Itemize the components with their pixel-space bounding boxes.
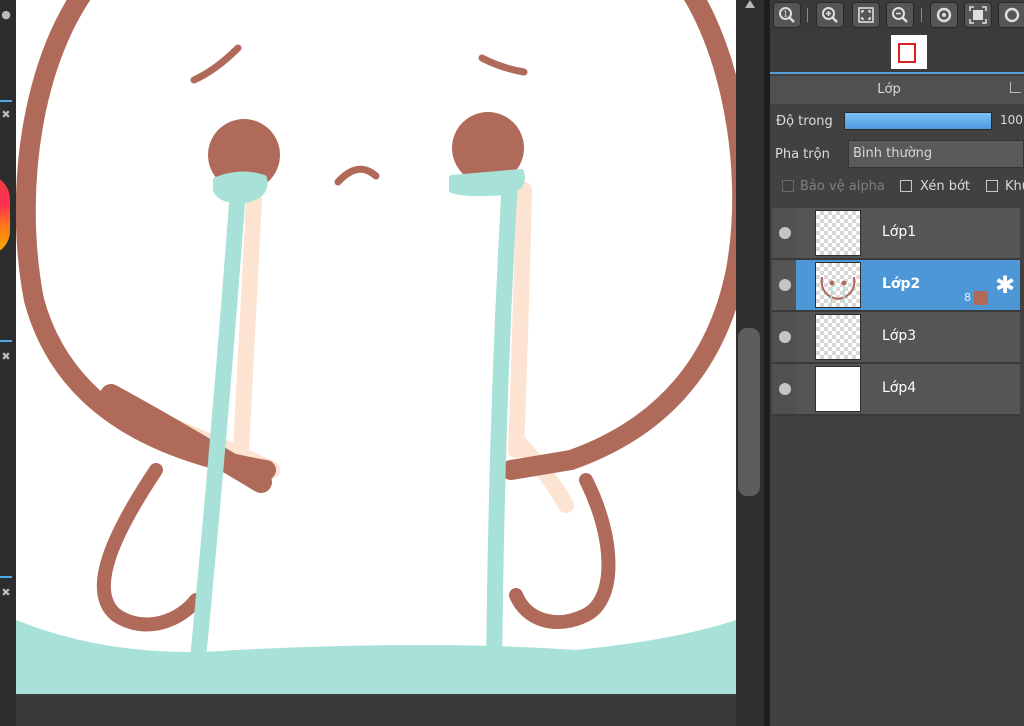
- layer-row[interactable]: Lớp1: [772, 208, 1020, 260]
- toolbar-separator: [921, 8, 922, 22]
- mouth: [334, 165, 380, 186]
- zoom-actual-icon[interactable]: 1: [773, 2, 801, 28]
- toolbar-separator: [807, 8, 808, 22]
- blend-mode-value: Bình thường: [853, 146, 933, 161]
- visibility-toggle-icon[interactable]: [779, 279, 791, 291]
- zoom-out-icon[interactable]: [886, 2, 914, 28]
- visibility-column: [772, 364, 796, 414]
- rotate-icon[interactable]: [930, 2, 958, 28]
- visibility-column: [772, 208, 796, 258]
- panel-separator: [770, 72, 1024, 74]
- lock-label: Khu: [1005, 179, 1024, 194]
- visibility-column: [772, 312, 796, 362]
- eyebrow: [478, 54, 528, 76]
- visibility-column: [772, 260, 796, 310]
- tear-pool: [449, 169, 525, 197]
- svg-text:1: 1: [783, 10, 788, 19]
- opacity-label: Độ trong: [776, 114, 833, 129]
- opacity-slider[interactable]: [844, 112, 992, 130]
- panel-divider-mark: [0, 576, 12, 578]
- tear-stream: [486, 172, 518, 688]
- eyebrow: [190, 44, 242, 84]
- collapse-icon[interactable]: ●: [0, 8, 12, 22]
- zoom-in-icon[interactable]: [816, 2, 844, 28]
- layer-thumbnail: [815, 366, 861, 412]
- panel-divider-mark: [0, 100, 12, 102]
- layer-clip-count: 8: [964, 291, 971, 304]
- fullscreen-icon[interactable]: [964, 2, 992, 28]
- panel-divider-mark: [0, 340, 12, 342]
- close-icon[interactable]: ✖: [0, 586, 12, 600]
- opacity-value: 100: [1000, 113, 1023, 127]
- layer-row[interactable]: Lớp3: [772, 312, 1020, 364]
- blend-mode-label: Pha trộn: [775, 147, 830, 162]
- visibility-toggle-icon[interactable]: [779, 383, 791, 395]
- layer-color-swatch: [974, 291, 988, 305]
- canvas-area[interactable]: [16, 0, 736, 726]
- right-panel: 1 Lớp Độ trong 100 Pha trộn Bình thường …: [770, 0, 1024, 726]
- layer-name: Lớp4: [882, 380, 917, 396]
- close-icon[interactable]: ✖: [0, 108, 12, 122]
- scroll-up-arrow-icon[interactable]: [745, 0, 755, 8]
- layer-name: Lớp2: [882, 276, 921, 292]
- blend-mode-select[interactable]: Bình thường: [848, 140, 1024, 168]
- ground: [16, 620, 736, 694]
- fit-screen-icon[interactable]: [852, 2, 880, 28]
- navigator-preview[interactable]: [770, 32, 1024, 72]
- protect-alpha-checkbox[interactable]: [782, 180, 794, 192]
- layer-name: Lớp3: [882, 328, 917, 344]
- layer-panel-header: Lớp: [770, 76, 1024, 104]
- navigator-viewport-rect[interactable]: [898, 43, 916, 63]
- layer-row[interactable]: Lớp4: [772, 364, 1020, 416]
- head-outline: [501, 0, 736, 480]
- navigator-thumbnail[interactable]: [891, 35, 927, 69]
- leg-outline: [96, 463, 203, 632]
- tear-pool: [213, 171, 268, 204]
- layer-thumbnail: [815, 314, 861, 360]
- layer-thumbnail-drawing: [820, 276, 856, 304]
- navigator-toolbar: 1: [770, 0, 1024, 32]
- scrollbar-thumb[interactable]: [738, 328, 760, 496]
- layer-panel-title: Lớp: [877, 82, 901, 97]
- layer-thumbnail: [815, 262, 861, 308]
- close-icon[interactable]: ✖: [0, 350, 12, 364]
- clipping-label: Xén bớt: [920, 179, 970, 194]
- canvas-vertical-scrollbar[interactable]: [736, 0, 764, 726]
- blush-stroke: [508, 182, 532, 458]
- visibility-toggle-icon[interactable]: [779, 227, 791, 239]
- layer-thumbnail: [815, 210, 861, 256]
- rotate-reset-icon[interactable]: [998, 2, 1024, 28]
- gear-icon[interactable]: ✱: [992, 272, 1018, 298]
- blush-stroke: [233, 192, 262, 458]
- lock-checkbox[interactable]: [986, 180, 998, 192]
- visibility-toggle-icon[interactable]: [779, 331, 791, 343]
- left-tool-strip: ● ✖ ✖ ✖: [0, 0, 16, 726]
- clipping-checkbox[interactable]: [900, 180, 912, 192]
- drawing-illustration: [16, 0, 736, 694]
- layer-row-selected[interactable]: Lớp2 8 ✱: [772, 260, 1020, 312]
- color-wheel[interactable]: [0, 175, 10, 255]
- popout-icon[interactable]: [1010, 82, 1021, 93]
- layer-name: Lớp1: [882, 224, 917, 240]
- layer-list: Lớp1 Lớp2 8 ✱ Lớp3 Lớp4: [770, 206, 1024, 726]
- canvas-bottom-bar: [16, 694, 736, 726]
- protect-alpha-label: Bảo vệ alpha: [800, 179, 885, 194]
- drawing-canvas[interactable]: [16, 0, 736, 694]
